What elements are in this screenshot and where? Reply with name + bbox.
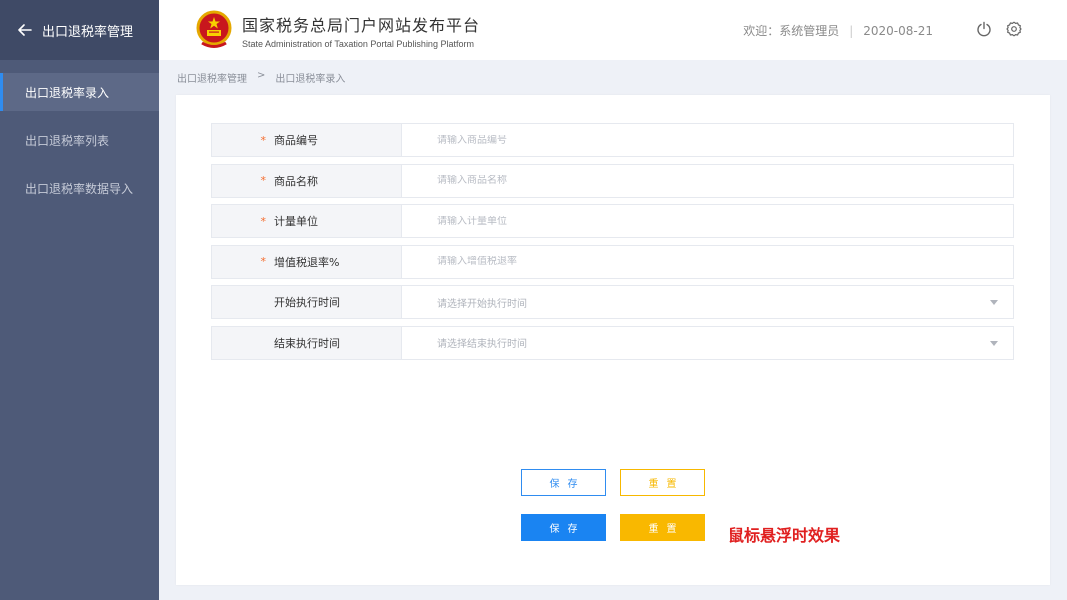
product-name-field[interactable] (402, 165, 1013, 197)
field-label-cell: 开始执行时间 (212, 286, 402, 318)
product-code-input[interactable] (437, 134, 1013, 146)
sidebar-title: 出口退税率管理 (42, 24, 134, 40)
brand-title: 国家税务总局门户网站发布平台 (242, 15, 481, 35)
form-row-vat-rate: * 增值税退率% (211, 244, 1014, 279)
start-time-select[interactable]: 请选择开始执行时间 (402, 286, 1013, 318)
field-label: 商品名称 (274, 174, 318, 188)
form-row-product-name: * 商品名称 (211, 163, 1014, 198)
field-label: 结束执行时间 (274, 336, 340, 350)
brand: 国家税务总局门户网站发布平台 State Administration of T… (242, 12, 480, 49)
breadcrumb-parent[interactable]: 出口退税率管理 (177, 70, 247, 85)
settings-gear-icon[interactable] (1006, 21, 1022, 37)
field-label-cell: * 增值税退率% (212, 245, 402, 278)
field-label-cell: * 计量单位 (212, 205, 402, 237)
sidebar-item-entry[interactable]: 出口退税率录入 (0, 73, 159, 111)
sidebar-item-label: 出口退税率数据导入 (25, 181, 134, 196)
save-button-hover[interactable]: 保存 (521, 514, 606, 541)
sidebar-item-list[interactable]: 出口退税率列表 (0, 121, 159, 159)
sidebar-item-label: 出口退税率录入 (25, 85, 110, 100)
header-date: 2020-08-21 (863, 23, 933, 38)
end-time-select[interactable]: 请选择结束执行时间 (402, 327, 1013, 359)
sidebar-menu: 出口退税率录入 出口退税率列表 出口退税率数据导入 (0, 73, 159, 207)
save-button[interactable]: 保存 (521, 469, 606, 496)
unit-input[interactable] (437, 215, 1013, 227)
dropdown-caret-icon[interactable] (990, 300, 998, 305)
field-label-cell: * 商品名称 (212, 164, 402, 197)
required-mark: * (260, 174, 267, 187)
select-placeholder: 请选择开始执行时间 (437, 298, 527, 310)
field-label: 商品编号 (274, 134, 318, 147)
form-card: * 商品编号 * 商品名称 * 计量单位 (176, 95, 1050, 585)
top-header: 国家税务总局门户网站发布平台 State Administration of T… (159, 0, 1067, 60)
reset-button[interactable]: 重置 (620, 469, 705, 496)
sidebar-item-import[interactable]: 出口退税率数据导入 (0, 169, 159, 207)
field-label: 开始执行时间 (274, 296, 340, 309)
header-info: 欢迎：系统管理员 | 2020-08-21 (743, 22, 933, 39)
breadcrumb: 出口退税率管理 > 出口退税率录入 (177, 70, 345, 85)
form-row-start-time: 开始执行时间 请选择开始执行时间 (211, 285, 1014, 319)
product-code-field[interactable] (402, 124, 1013, 156)
welcome-text: 欢迎：系统管理员 (743, 24, 840, 38)
power-icon[interactable] (976, 21, 992, 37)
vat-rate-input[interactable] (437, 256, 1013, 267)
hover-effect-note: 鼠标悬浮时效果 (728, 526, 841, 545)
sidebar: 出口退税率管理 出口退税率录入 出口退税率列表 出口退税率数据导入 (0, 0, 159, 600)
field-label: 计量单位 (274, 215, 318, 228)
breadcrumb-separator: > (257, 70, 266, 81)
required-mark: * (260, 133, 267, 147)
unit-field[interactable] (402, 205, 1013, 237)
header-icons (976, 21, 1022, 37)
dropdown-caret-icon[interactable] (990, 340, 998, 346)
select-placeholder: 请选择结束执行时间 (437, 339, 527, 350)
field-label: 增值税退率% (274, 255, 340, 269)
field-label-cell: 结束执行时间 (212, 326, 402, 359)
reset-button-hover[interactable]: 重置 (620, 514, 705, 541)
form-row-product-code: * 商品编号 (211, 123, 1014, 157)
field-label-cell: * 商品编号 (212, 124, 402, 156)
brand-subtitle: State Administration of Taxation Portal … (242, 38, 474, 49)
required-mark: * (260, 214, 267, 228)
form-row-unit: * 计量单位 (211, 204, 1014, 238)
sidebar-item-label: 出口退税率列表 (25, 133, 110, 148)
back-arrow-icon[interactable] (18, 22, 34, 38)
entry-form: * 商品编号 * 商品名称 * 计量单位 (211, 123, 1014, 366)
required-mark: * (260, 255, 267, 268)
vat-rate-field[interactable] (402, 246, 1013, 278)
national-emblem-icon (196, 10, 232, 50)
breadcrumb-current: 出口退税率录入 (275, 74, 346, 85)
header-separator: | (849, 23, 854, 38)
form-row-end-time: 结束执行时间 请选择结束执行时间 (211, 325, 1014, 360)
sidebar-header: 出口退税率管理 (0, 0, 159, 60)
product-name-input[interactable] (437, 175, 1013, 186)
